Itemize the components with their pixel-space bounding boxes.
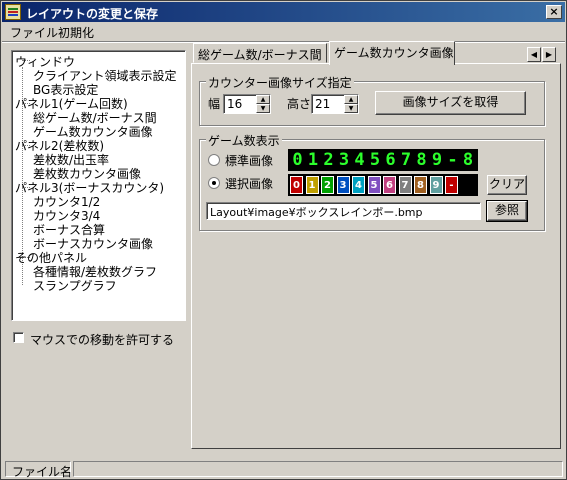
width-up-arrow-icon[interactable]: ▲: [256, 95, 270, 104]
main-window: レイアウトの変更と保存 × ファイル 初期化 ウィンドウ クライアント領域表示設…: [0, 0, 567, 480]
height-down-arrow-icon[interactable]: ▼: [344, 104, 358, 113]
height-label: 高さ: [287, 97, 312, 111]
selected-digit-2: 2: [321, 176, 334, 194]
mouse-move-label: マウスでの移動を許可する: [30, 333, 175, 347]
selected-digit-6: 6: [383, 176, 396, 194]
selected-digit-9: 9: [429, 176, 443, 194]
menu-init[interactable]: 初期化: [58, 24, 94, 41]
size-group-title: カウンター画像サイズ指定: [206, 74, 354, 91]
tab-total-games[interactable]: 総ゲーム数/ボーナス間: [193, 43, 327, 63]
tab-scroll-right[interactable]: ▶: [542, 47, 556, 62]
height-up-arrow-icon[interactable]: ▲: [344, 95, 358, 104]
selected-digit-preview: 0123456789-: [288, 174, 478, 196]
standard-digit-0: 0: [292, 150, 303, 170]
status-value-cell: [73, 461, 563, 477]
standard-digit-8: 8: [416, 150, 427, 170]
standard-image-label: 標準画像: [225, 154, 274, 168]
standard-digit-5: 5: [369, 150, 381, 170]
clear-button[interactable]: クリア: [487, 175, 527, 195]
tab-scroll-left[interactable]: ◀: [527, 47, 541, 62]
get-image-size-button[interactable]: 画像サイズを取得: [375, 91, 526, 115]
selected-digit-8: 8: [414, 176, 427, 194]
game-display-group-title: ゲーム数表示: [206, 132, 282, 149]
selected-digit-7: 7: [398, 176, 412, 194]
image-path-input[interactable]: Layout¥image¥ボックスレインボー.bmp: [206, 202, 481, 220]
tree-node-slump-graph[interactable]: スランプグラフ: [33, 277, 117, 294]
settings-tree[interactable]: ウィンドウ クライアント領域表示設定 BG表示設定 パネル1(ゲーム回数) 総ゲ…: [11, 50, 186, 321]
title-bar[interactable]: レイアウトの変更と保存 ×: [2, 2, 565, 22]
standard-digit-9: 9: [431, 150, 443, 170]
status-bar: ファイル名: [2, 459, 565, 479]
select-image-label: 選択画像: [225, 177, 274, 191]
width-spin-buttons: ▲ ▼: [256, 95, 270, 113]
selected-digit-0: 0: [290, 176, 303, 194]
browse-button[interactable]: 参照: [487, 201, 527, 221]
selected-digit-10: -: [445, 176, 458, 194]
selected-digit-3: 3: [336, 176, 350, 194]
standard-digit-4: 4: [354, 150, 365, 170]
standard-image-radio[interactable]: [208, 154, 220, 166]
standard-digit-preview: 0123456789-8: [288, 149, 478, 171]
height-spin-buttons: ▲ ▼: [344, 95, 358, 113]
standard-digit-1: 1: [307, 150, 319, 170]
height-value: 21: [315, 97, 331, 111]
standard-digit-11: 8: [462, 150, 474, 170]
width-value: 16: [227, 97, 243, 111]
window-title: レイアウトの変更と保存: [26, 7, 159, 21]
height-spinner[interactable]: 21 ▲ ▼: [311, 94, 359, 114]
close-button[interactable]: ×: [546, 5, 562, 19]
selected-digit-4: 4: [352, 176, 365, 194]
standard-digit-2: 2: [323, 150, 334, 170]
width-spinner[interactable]: 16 ▲ ▼: [223, 94, 271, 114]
selected-digit-5: 5: [367, 176, 381, 194]
menu-bar: ファイル 初期化: [2, 22, 565, 41]
app-icon: [5, 4, 21, 20]
standard-digit-7: 7: [400, 150, 412, 170]
width-label: 幅: [208, 97, 221, 111]
select-image-radio[interactable]: [208, 177, 220, 189]
menu-file[interactable]: ファイル: [10, 24, 58, 41]
tab-game-counter-image[interactable]: ゲーム数カウンタ画像: [329, 41, 455, 65]
width-down-arrow-icon[interactable]: ▼: [256, 104, 270, 113]
standard-digit-3: 3: [338, 150, 350, 170]
standard-digit-10: -: [447, 150, 458, 170]
mouse-move-checkbox[interactable]: [13, 332, 24, 343]
status-filename-label: ファイル名: [5, 461, 72, 479]
selected-digit-1: 1: [305, 176, 319, 194]
standard-digit-6: 6: [385, 150, 396, 170]
